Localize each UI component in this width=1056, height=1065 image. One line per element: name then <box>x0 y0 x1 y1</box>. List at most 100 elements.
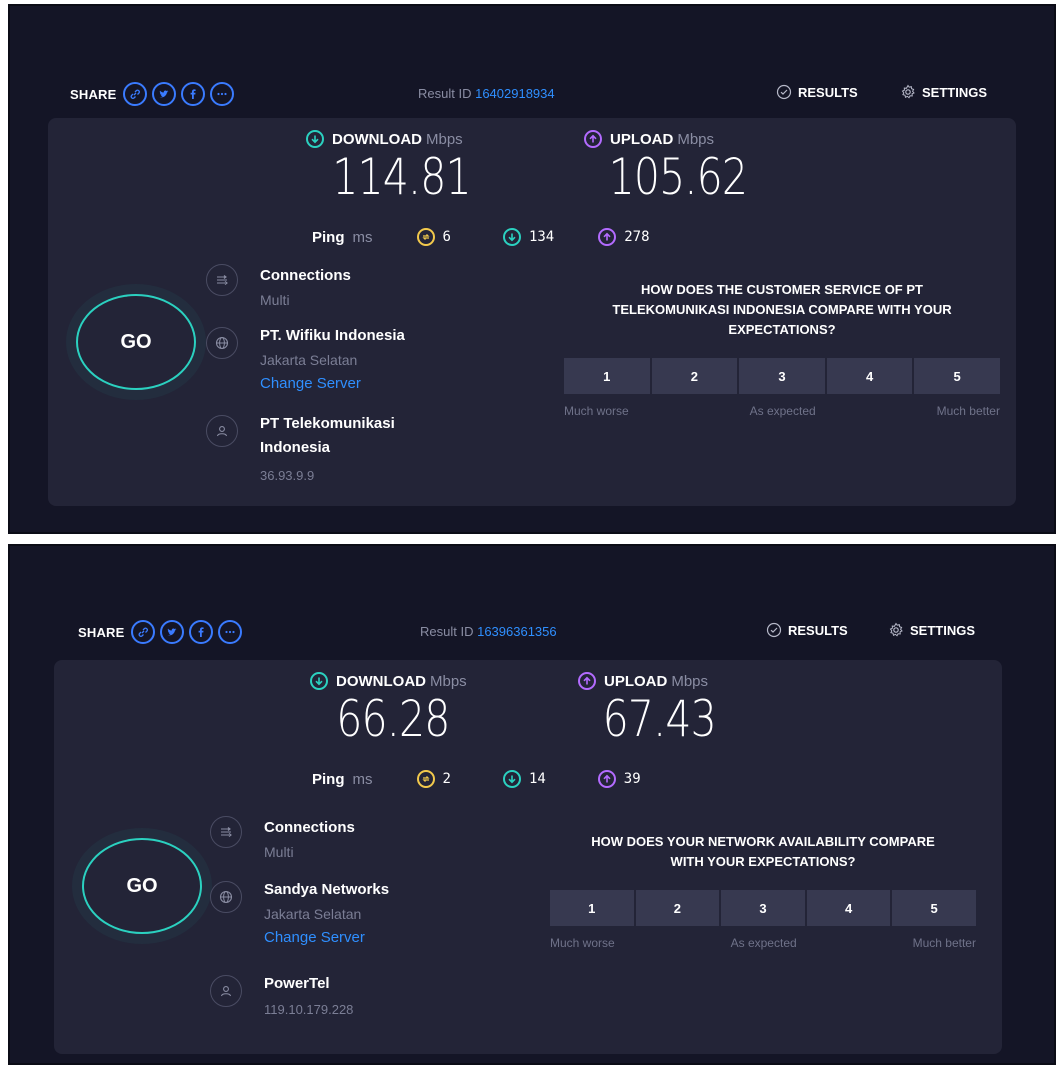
result-id-value[interactable]: 16402918934 <box>475 86 555 101</box>
result-id: Result ID 16402918934 <box>418 86 555 101</box>
upload-arrow-icon <box>598 228 617 246</box>
rating-option[interactable]: 4 <box>806 890 891 926</box>
rating-mid-label: As expected <box>749 404 816 418</box>
results-button[interactable]: RESULTS <box>766 622 848 638</box>
isp-name: PT Telekomunikasi Indonesia <box>260 415 395 456</box>
connections-label: Connections <box>264 819 355 836</box>
upload-value: 105.62 <box>608 148 748 206</box>
check-circle-icon <box>776 84 792 100</box>
download-metric: DOWNLOAD Mbps 66.28 <box>310 672 550 746</box>
facebook-icon[interactable] <box>180 82 205 106</box>
ping-download-value: 14 <box>528 771 546 787</box>
survey-question: HOW DOES THE CUSTOMER SERVICE OF PT TELE… <box>612 282 952 337</box>
ping-upload: 278 <box>598 228 650 246</box>
settings-label: SETTINGS <box>922 84 988 100</box>
rating-scale: 1 2 3 4 5 <box>564 358 1000 394</box>
upload-label: UPLOAD <box>604 672 668 690</box>
server-name: Sandya Networks <box>264 881 390 898</box>
results-button[interactable]: RESULTS <box>776 84 858 100</box>
survey: HOW DOES YOUR NETWORK AVAILABILITY COMPA… <box>550 832 976 950</box>
result-card: DOWNLOAD Mbps 114.81 UPLOAD Mbps 105.62 … <box>48 118 1016 506</box>
rating-high-label: Much better <box>912 936 976 950</box>
change-server-link[interactable]: Change Server <box>260 372 405 396</box>
share-group: SHARE <box>78 620 247 644</box>
twitter-icon[interactable] <box>159 620 184 644</box>
rating-option[interactable]: 3 <box>739 358 825 394</box>
connections-icon <box>210 816 242 848</box>
gear-icon <box>901 84 915 99</box>
link-icon[interactable] <box>122 82 147 106</box>
upload-label: UPLOAD <box>610 130 674 148</box>
connections-value: Multi <box>260 292 290 308</box>
connections-info: Connections Multi <box>210 816 355 864</box>
server-info: PT. Wifiku Indonesia Jakarta Selatan Cha… <box>206 324 405 396</box>
ping-label: Ping <box>312 770 345 788</box>
result-id-value[interactable]: 16396361356 <box>477 624 557 639</box>
rating-low-label: Much worse <box>550 936 615 950</box>
ping-unit: ms <box>352 770 373 788</box>
user-icon <box>210 975 242 1007</box>
upload-metric: UPLOAD Mbps 67.43 <box>578 672 818 746</box>
result-toolbar: SHARE Result ID 16402918934 RESULTS SETT <box>10 80 1054 110</box>
ping-unit: ms <box>352 228 373 246</box>
gear-icon <box>889 622 903 637</box>
upload-arrow-icon <box>584 130 602 148</box>
result-id-label: Result ID <box>418 86 472 101</box>
rating-high-label: Much better <box>936 404 1000 418</box>
download-metric: DOWNLOAD Mbps 114.81 <box>306 130 546 204</box>
speedtest-result-panel: SHARE Result ID 16402918934 RESULTS SETT <box>8 4 1056 534</box>
link-icon[interactable] <box>130 620 155 644</box>
settings-button[interactable]: SETTINGS <box>900 84 987 100</box>
result-toolbar: SHARE Result ID 16396361356 RESULTS SETT <box>10 618 1054 648</box>
isp-info: PowerTel 119.10.179.228 <box>210 972 464 1017</box>
settings-label: SETTINGS <box>910 622 976 638</box>
rating-option[interactable]: 5 <box>892 890 976 926</box>
go-button[interactable]: GO <box>76 294 196 390</box>
rating-option[interactable]: 4 <box>826 358 913 394</box>
more-icon[interactable] <box>209 82 234 106</box>
ip-address: 119.10.179.228 <box>264 1002 354 1017</box>
download-arrow-icon <box>306 130 324 148</box>
twitter-icon[interactable] <box>151 82 176 106</box>
upload-metric: UPLOAD Mbps 105.62 <box>584 130 824 204</box>
download-unit: Mbps <box>426 130 463 148</box>
connections-value: Multi <box>264 844 294 860</box>
rating-option[interactable]: 1 <box>564 358 650 394</box>
ping-upload-value: 278 <box>624 229 650 245</box>
ping-upload-value: 39 <box>623 771 641 787</box>
result-id: Result ID 16396361356 <box>420 624 557 639</box>
rating-option[interactable]: 1 <box>550 890 634 926</box>
rating-option[interactable]: 5 <box>914 358 1000 394</box>
rating-option[interactable]: 2 <box>635 890 720 926</box>
server-info: Sandya Networks Jakarta Selatan Change S… <box>210 878 389 950</box>
ping-download-value: 134 <box>528 229 555 245</box>
globe-icon <box>210 881 242 913</box>
share-label: SHARE <box>70 86 117 102</box>
download-arrow-icon <box>502 228 521 246</box>
connections-icon <box>206 264 238 296</box>
rating-mid-label: As expected <box>730 936 797 950</box>
ping-row: Ping ms 6 134 278 <box>312 228 650 246</box>
download-arrow-icon <box>310 672 328 690</box>
change-server-link[interactable]: Change Server <box>264 926 389 950</box>
go-button[interactable]: GO <box>82 838 202 934</box>
check-circle-icon <box>766 622 782 638</box>
more-icon[interactable] <box>217 620 242 644</box>
facebook-icon[interactable] <box>188 620 213 644</box>
share-label: SHARE <box>78 624 125 640</box>
ping-upload: 39 <box>597 770 641 788</box>
result-id-label: Result ID <box>420 624 474 639</box>
user-icon <box>206 415 238 447</box>
settings-button[interactable]: SETTINGS <box>888 622 975 638</box>
rating-labels: Much worse As expected Much better <box>550 936 976 950</box>
rating-option[interactable]: 3 <box>721 890 805 926</box>
server-name: PT. Wifiku Indonesia <box>260 327 405 344</box>
ping-idle: 6 <box>416 228 451 246</box>
ping-value: 2 <box>442 771 451 787</box>
globe-icon <box>206 327 238 359</box>
ping-idle: 2 <box>416 770 451 788</box>
download-label: DOWNLOAD <box>336 672 426 690</box>
rating-option[interactable]: 2 <box>651 358 738 394</box>
upload-arrow-icon <box>597 770 616 788</box>
rating-low-label: Much worse <box>564 404 629 418</box>
